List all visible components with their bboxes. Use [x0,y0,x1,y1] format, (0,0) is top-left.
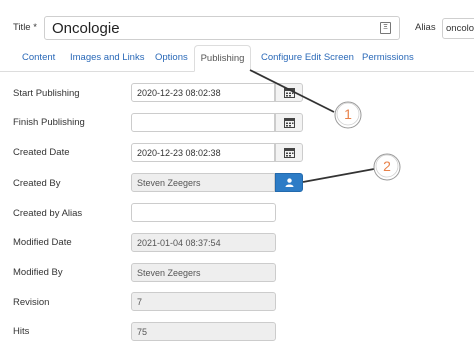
callout-2-number: 2 [383,158,391,174]
callout-2-line [302,168,375,183]
callout-1-number: 1 [344,106,352,122]
callout-overlay: 1 2 [249,69,401,183]
callout-1-line [249,69,335,113]
